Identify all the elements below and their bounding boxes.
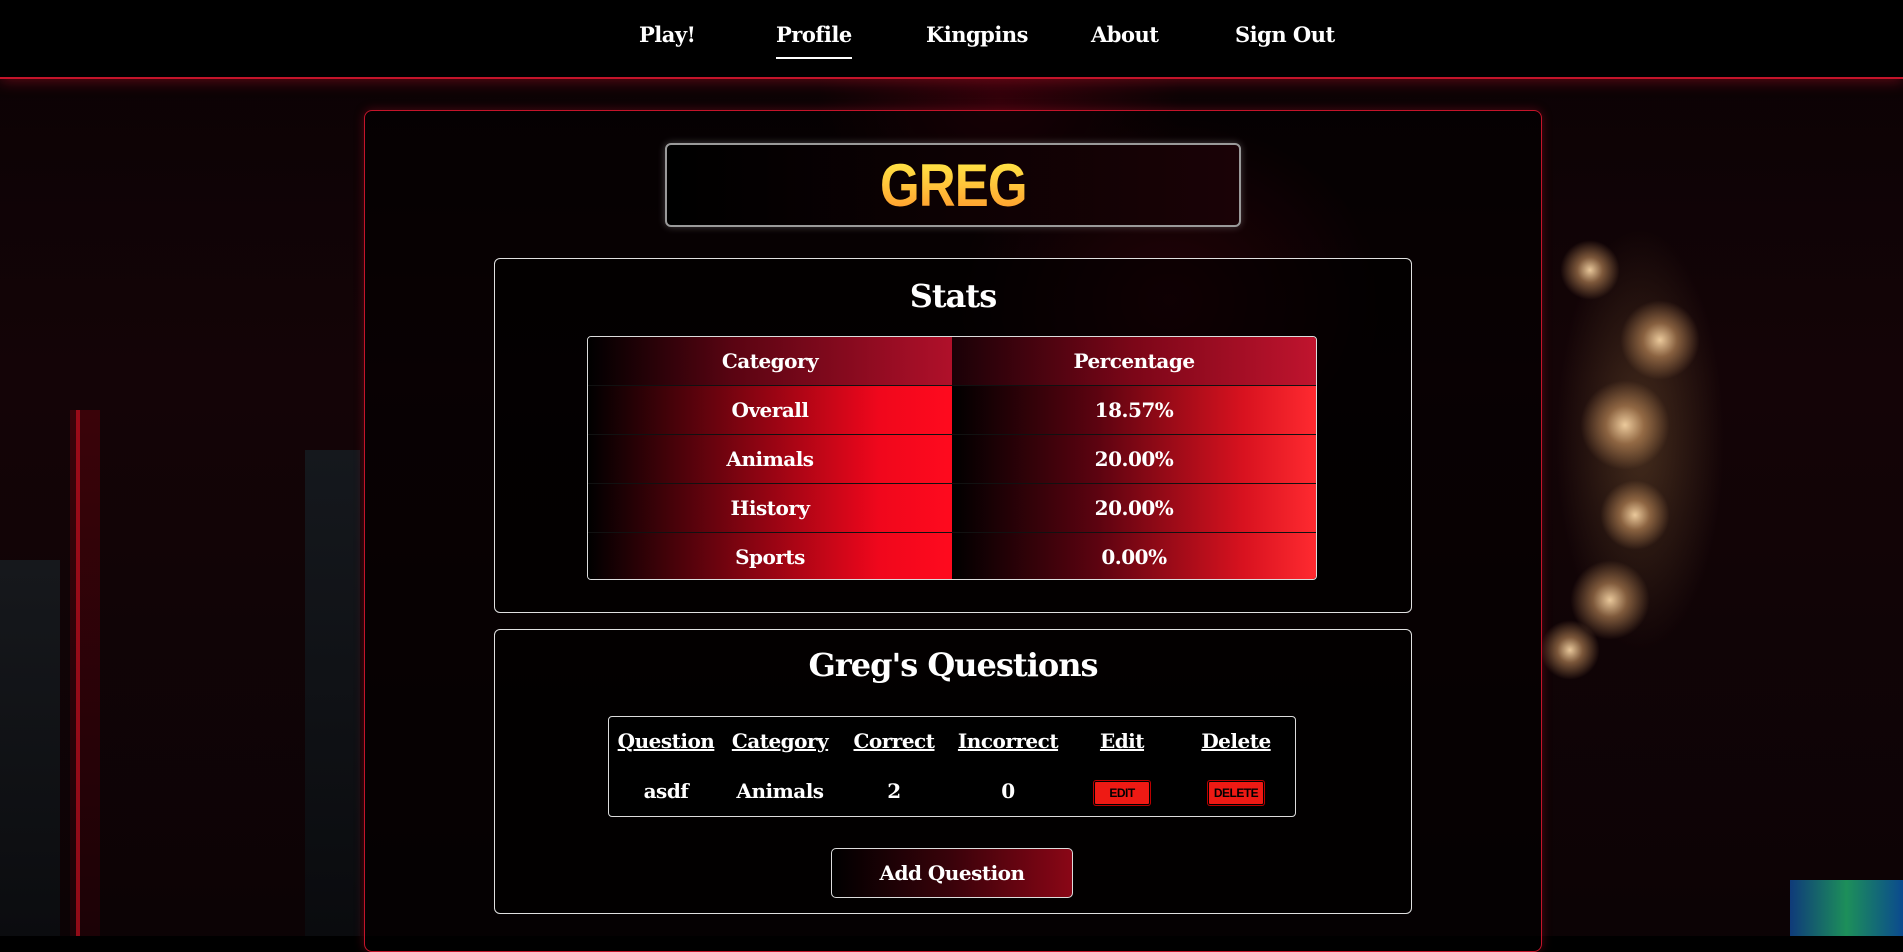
- background-spark: [1620, 300, 1700, 380]
- stats-category-cell: Animals: [588, 435, 952, 483]
- background-building: [70, 410, 100, 936]
- stats-header-row: Category Percentage: [588, 337, 1316, 386]
- questions-header-question[interactable]: Question: [609, 729, 723, 753]
- stats-header-category: Category: [588, 337, 952, 385]
- questions-header-edit[interactable]: Edit: [1065, 729, 1179, 753]
- table-row: Overall 18.57%: [588, 386, 1316, 435]
- question-edit-cell: EDIT: [1065, 779, 1179, 805]
- questions-header-row: Question Category Correct Incorrect Edit…: [609, 729, 1295, 753]
- questions-title: Greg's Questions: [808, 646, 1099, 684]
- stats-table: Category Percentage Overall 18.57% Anima…: [587, 336, 1317, 580]
- background-spark: [1600, 480, 1670, 550]
- stats-category-cell: Sports: [588, 533, 952, 579]
- questions-header-correct[interactable]: Correct: [837, 729, 951, 753]
- stats-title: Stats: [909, 277, 997, 315]
- stats-percentage-cell: 20.00%: [952, 484, 1316, 532]
- table-row: Animals 20.00%: [588, 435, 1316, 484]
- stats-category-cell: History: [588, 484, 952, 532]
- nav-sign-out-link[interactable]: Sign Out: [1235, 22, 1335, 47]
- background-spark: [1540, 620, 1600, 680]
- background-building: [1790, 880, 1903, 936]
- table-row: asdf Animals 2 0 EDIT DELETE: [609, 779, 1295, 805]
- username-text: GREG: [879, 151, 1028, 219]
- edit-question-button[interactable]: EDIT: [1094, 780, 1150, 805]
- top-navigation-bar: Play! Profile Kingpins About Sign Out: [0, 0, 1903, 79]
- questions-header-category[interactable]: Category: [723, 729, 837, 753]
- question-delete-cell: DELETE: [1179, 779, 1293, 805]
- stats-percentage-cell: 0.00%: [952, 533, 1316, 579]
- questions-table: Question Category Correct Incorrect Edit…: [608, 716, 1296, 817]
- nav-kingpins-link[interactable]: Kingpins: [926, 22, 1028, 47]
- background-spark: [1560, 240, 1620, 300]
- stats-percentage-cell: 18.57%: [952, 386, 1316, 434]
- background-building: [305, 450, 360, 936]
- stats-category-cell: Overall: [588, 386, 952, 434]
- table-row: History 20.00%: [588, 484, 1316, 533]
- stats-percentage-cell: 20.00%: [952, 435, 1316, 483]
- add-question-button[interactable]: Add Question: [831, 848, 1073, 898]
- question-text-cell: asdf: [643, 779, 689, 803]
- nav-play-link[interactable]: Play!: [639, 22, 696, 47]
- table-row: Sports 0.00%: [588, 533, 1316, 579]
- delete-question-button[interactable]: DELETE: [1208, 780, 1264, 805]
- question-correct-cell: 2: [887, 779, 901, 803]
- question-incorrect-cell: 0: [1001, 779, 1015, 803]
- questions-header-incorrect[interactable]: Incorrect: [951, 729, 1065, 753]
- background-building: [0, 560, 60, 936]
- nav-about-link[interactable]: About: [1091, 22, 1159, 47]
- nav-profile-link[interactable]: Profile: [776, 22, 852, 59]
- stats-header-percentage: Percentage: [952, 337, 1316, 385]
- questions-header-delete[interactable]: Delete: [1179, 729, 1293, 753]
- background-spark: [1580, 380, 1670, 470]
- username-banner: GREG: [665, 143, 1241, 227]
- question-category-cell: Animals: [736, 779, 824, 803]
